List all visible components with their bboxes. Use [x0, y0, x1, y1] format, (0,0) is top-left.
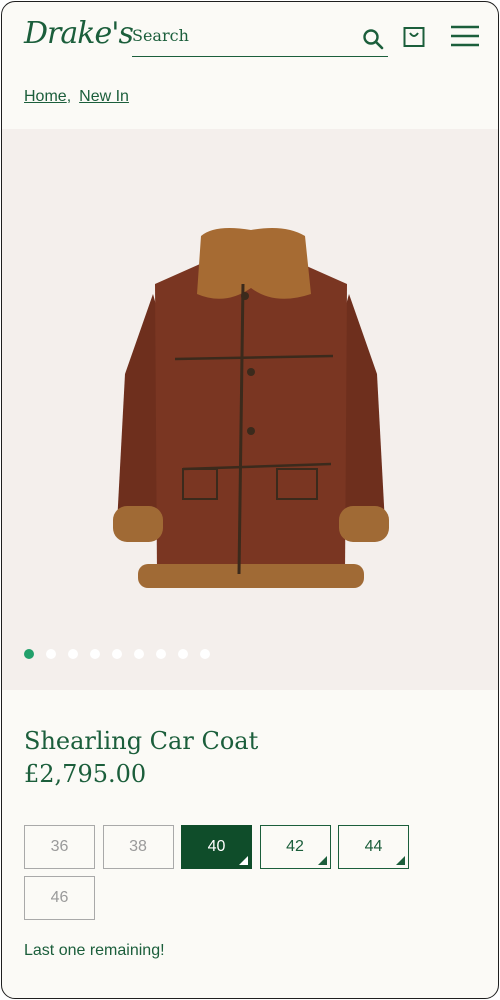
- size-label: 46: [50, 889, 69, 906]
- product-image: [113, 228, 389, 588]
- brand-logo[interactable]: Drake's: [24, 16, 134, 51]
- breadcrumb-home[interactable]: Home: [24, 88, 67, 105]
- size-option-44[interactable]: 44: [338, 825, 409, 869]
- size-label: 42: [286, 838, 304, 855]
- size-option-40[interactable]: 40: [181, 825, 252, 869]
- size-option-42[interactable]: 42: [259, 825, 331, 869]
- product-price: £2,795.00: [24, 760, 147, 788]
- product-image-gallery[interactable]: [2, 129, 498, 690]
- carousel-dot[interactable]: [90, 649, 100, 659]
- size-corner-marker: [396, 856, 405, 865]
- carousel-dot[interactable]: [134, 649, 144, 659]
- product-title: Shearling Car Coat: [24, 727, 259, 755]
- search-icon[interactable]: [362, 28, 384, 50]
- carousel-dot[interactable]: [24, 649, 34, 659]
- carousel-dot[interactable]: [156, 649, 166, 659]
- stock-message: Last one remaining!: [24, 942, 165, 959]
- breadcrumb: Home, New In: [24, 88, 129, 106]
- app-frame: Drake's Search Home, New In Shearling Ca…: [1, 1, 499, 999]
- carousel-dot[interactable]: [200, 649, 210, 659]
- size-label: 36: [50, 838, 69, 855]
- size-label: 38: [129, 838, 147, 855]
- size-label: 40: [207, 838, 226, 855]
- carousel-dots: [24, 649, 210, 659]
- carousel-dot[interactable]: [112, 649, 122, 659]
- size-label: 44: [364, 838, 383, 855]
- breadcrumb-separator: ,: [66, 88, 72, 105]
- carousel-dot[interactable]: [178, 649, 188, 659]
- size-corner-marker: [317, 856, 327, 865]
- carousel-dot[interactable]: [46, 649, 56, 659]
- search-bar[interactable]: Search: [132, 24, 388, 57]
- shopping-bag-icon[interactable]: [402, 24, 426, 50]
- breadcrumb-new-in[interactable]: New In: [79, 88, 129, 105]
- size-option-38[interactable]: 38: [102, 825, 174, 869]
- carousel-dot[interactable]: [68, 649, 78, 659]
- size-corner-marker: [239, 856, 248, 865]
- hamburger-menu-icon[interactable]: [450, 24, 480, 48]
- size-option-36[interactable]: 36: [24, 825, 95, 869]
- size-option-46[interactable]: 46: [24, 876, 95, 920]
- search-input[interactable]: Search: [132, 26, 189, 45]
